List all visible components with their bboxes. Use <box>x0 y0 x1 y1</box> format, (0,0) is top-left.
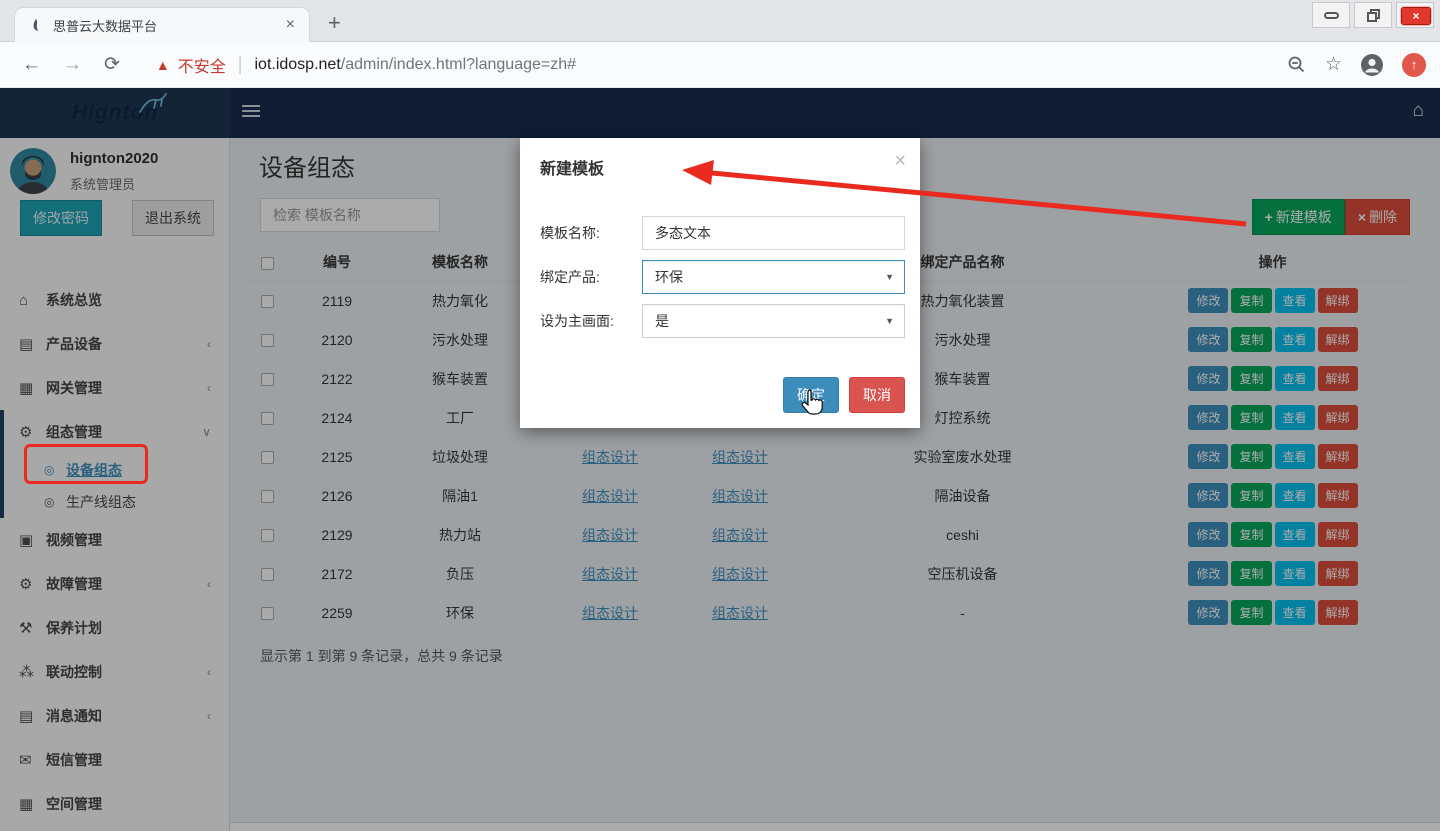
modal-close-icon[interactable]: × <box>894 150 906 173</box>
url-path: /admin/index.html?language=zh# <box>341 56 576 73</box>
modal-field: 绑定产品: 环保 ▼ <box>540 260 905 294</box>
tab-title: 思普云大数据平台 <box>53 16 282 35</box>
bind-product-label: 绑定产品: <box>540 267 642 287</box>
cancel-button[interactable]: 取消 <box>849 377 905 413</box>
template-name-input[interactable] <box>642 216 905 250</box>
address-bar[interactable]: iot.idosp.net/admin/index.html?language=… <box>254 56 576 74</box>
new-tab-button[interactable]: + <box>328 10 341 36</box>
minimize-icon <box>1324 12 1339 19</box>
reload-icon[interactable]: ⟳ <box>104 53 120 76</box>
security-label: 不安全 <box>178 53 226 77</box>
modal-field: 模板名称: <box>540 216 905 250</box>
forward-icon[interactable]: → <box>63 54 82 76</box>
template-name-label: 模板名称: <box>540 223 642 243</box>
url-separator: | <box>238 54 243 75</box>
tab-strip: 思普云大数据平台 × + × × <box>0 0 1440 42</box>
tab-close-icon[interactable]: × <box>282 17 299 33</box>
confirm-button[interactable]: 确定 <box>783 377 839 413</box>
bookmark-star-icon[interactable]: ☆ <box>1325 53 1342 76</box>
window-controls: × × <box>1308 2 1434 28</box>
zoom-out-icon[interactable] <box>1287 55 1307 75</box>
browser-profile-icon[interactable] <box>1360 53 1384 77</box>
restore-icon <box>1367 9 1380 22</box>
url-host: iot.idosp.net <box>254 56 340 73</box>
main-screen-value: 是 <box>655 311 669 331</box>
modal-title: 新建模板 <box>540 161 604 178</box>
window-minimize-button[interactable] <box>1312 2 1350 28</box>
browser-update-icon[interactable]: ↑ <box>1402 53 1426 77</box>
main-screen-label: 设为主画面: <box>540 311 642 331</box>
browser-chrome: 思普云大数据平台 × + × × ← → ⟳ ▲ 不安全 | iot.idosp… <box>0 0 1440 88</box>
favicon-icon <box>29 18 43 32</box>
window-restore-button[interactable] <box>1354 2 1392 28</box>
app-page: Hignton ⌂ hignton2020 系统管理员 修改密码 退出系统 ⌂系… <box>0 88 1440 831</box>
new-template-modal: 新建模板 × 模板名称:绑定产品:环保▼设为主画面:是▼ 确定 取消 <box>520 138 920 428</box>
window-close-button[interactable]: × × <box>1396 2 1434 28</box>
security-chip[interactable]: ▲ 不安全 | <box>156 53 255 77</box>
warning-icon: ▲ <box>156 57 170 73</box>
browser-tab[interactable]: 思普云大数据平台 × <box>14 7 310 42</box>
caret-down-icon: ▼ <box>885 272 894 282</box>
modal-field: 设为主画面:是▼ <box>540 304 905 338</box>
close-annotation-marker: × <box>1401 7 1431 25</box>
bind-product-select[interactable]: 环保 ▼ <box>642 260 905 294</box>
bind-product-value: 环保 <box>655 267 683 287</box>
browser-toolbar: ← → ⟳ ▲ 不安全 | iot.idosp.net/admin/index.… <box>0 42 1440 87</box>
main-screen-select[interactable]: 是▼ <box>642 304 905 338</box>
caret-down-icon: ▼ <box>885 316 894 326</box>
back-icon[interactable]: ← <box>22 54 41 76</box>
